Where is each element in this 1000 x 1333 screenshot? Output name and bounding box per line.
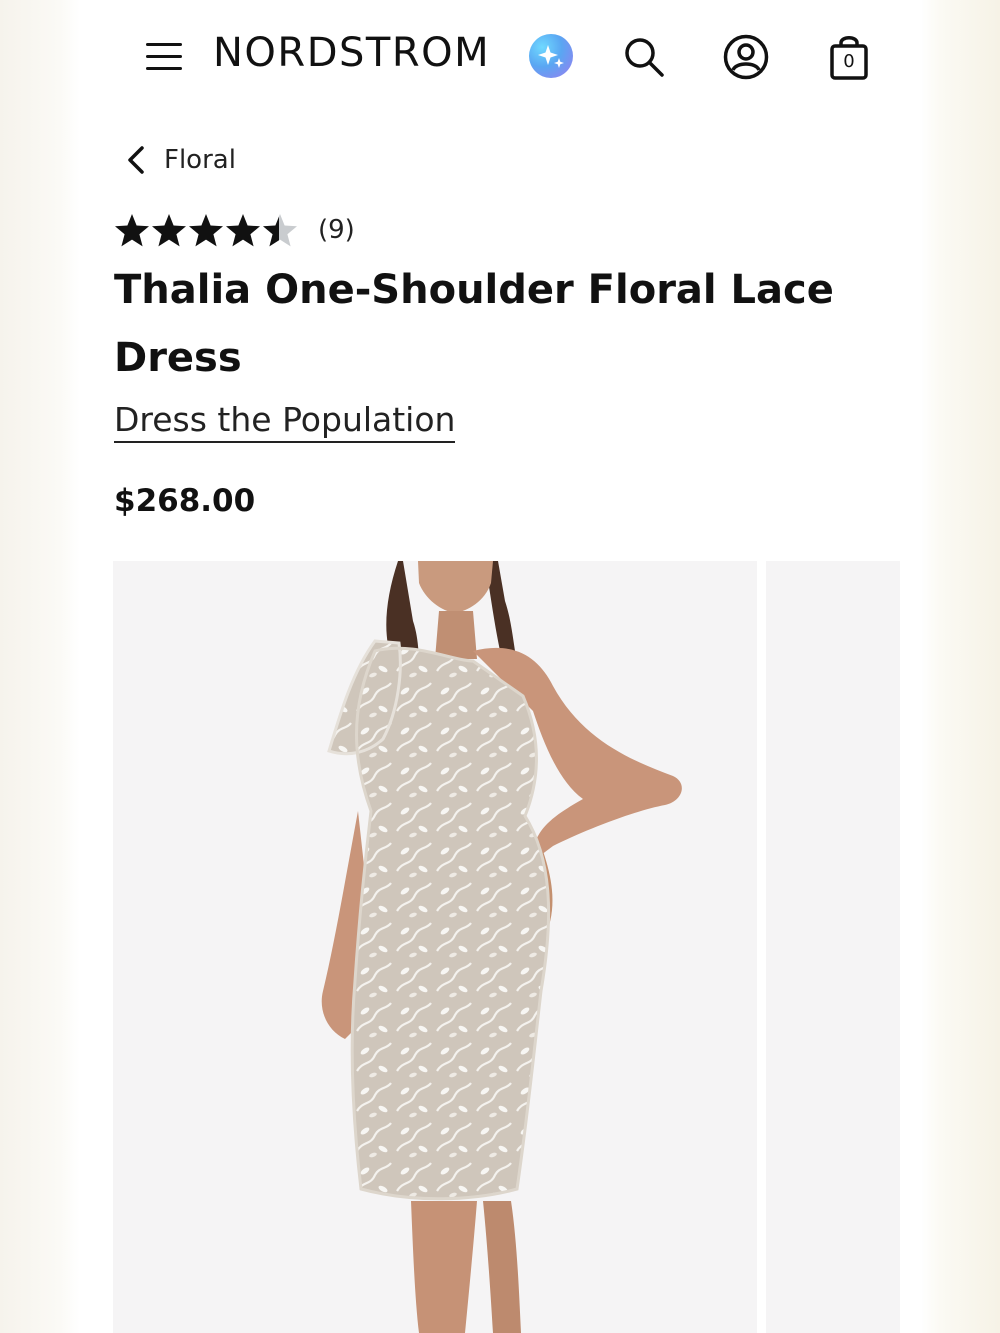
search-icon[interactable] [623, 36, 665, 78]
star-icon [152, 214, 186, 247]
sparkle-ai-icon[interactable] [529, 34, 573, 78]
product-title: Thalia One-Shoulder Floral Lace Dress [114, 267, 834, 381]
half-star-icon [263, 214, 297, 247]
star-icon [115, 214, 149, 247]
shopping-bag-icon[interactable]: 0 [828, 33, 870, 81]
menu-icon[interactable] [145, 38, 183, 74]
nordstrom-logo[interactable]: NORDSTROM [213, 30, 490, 76]
product-image-main[interactable] [113, 561, 757, 1333]
chevron-left-icon [124, 142, 148, 178]
breadcrumb-back-link[interactable]: Floral [124, 140, 236, 180]
star-rating [115, 214, 297, 247]
product-price: $268.00 [114, 483, 256, 519]
brand-link[interactable]: Dress the Population [114, 400, 456, 443]
star-icon [189, 214, 223, 247]
site-header: NORDSTROM 0 [80, 0, 922, 115]
model-wearing-dress-image [321, 561, 682, 1333]
product-image-next-preview[interactable] [766, 561, 900, 1333]
review-count[interactable]: (9) [318, 215, 355, 245]
product-rating[interactable]: (9) [114, 208, 355, 252]
star-icon [226, 214, 260, 247]
breadcrumb-label: Floral [164, 145, 236, 175]
account-icon[interactable] [723, 34, 769, 80]
product-image-gallery[interactable] [113, 561, 900, 1333]
product-page: NORDSTROM 0 Floral (9) Thalia One-Should… [80, 0, 922, 1333]
bag-count-badge: 0 [843, 51, 855, 72]
